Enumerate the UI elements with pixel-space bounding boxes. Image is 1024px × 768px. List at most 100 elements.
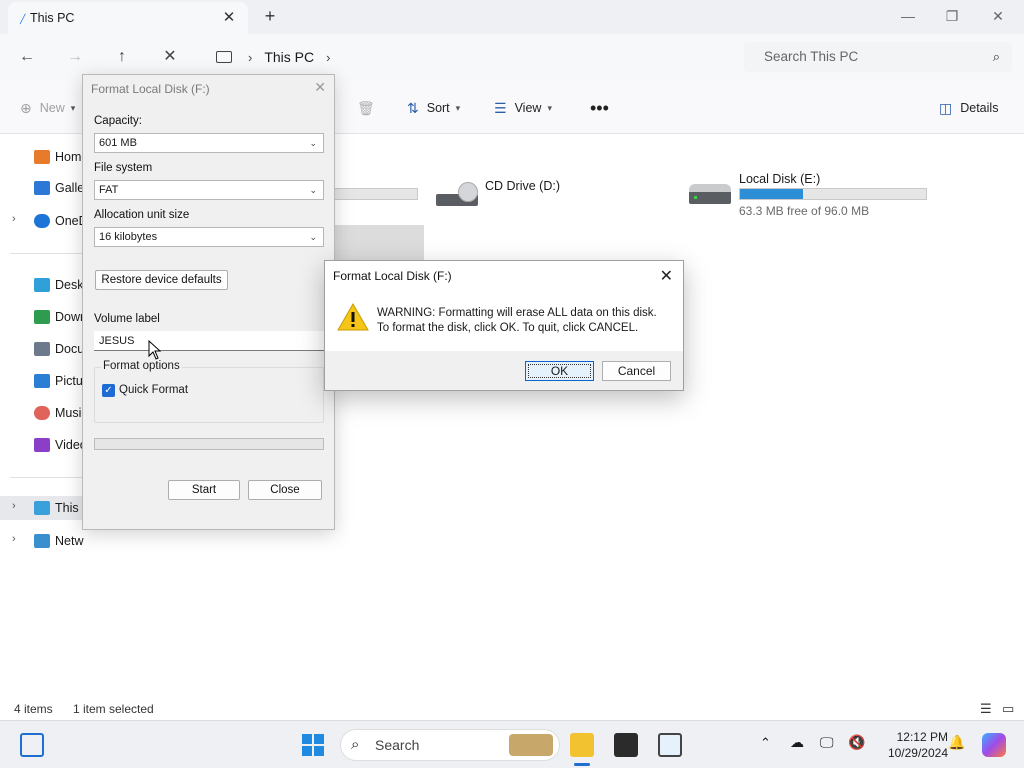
sidebar-item-pictures[interactable]: Pictures	[0, 369, 84, 393]
sidebar-item-onedrive[interactable]: › OneDrive	[0, 209, 84, 233]
sidebar-item-home[interactable]: Home	[0, 145, 84, 169]
sidebar-item-this-pc[interactable]: › This PC	[0, 496, 84, 520]
minimize-button[interactable]: —	[886, 4, 930, 28]
warning-icon	[337, 303, 369, 331]
delete-button[interactable]: 🗑	[357, 99, 383, 117]
tiles-view-icon[interactable]: ▭	[1002, 701, 1014, 717]
view-list-icon: ☰	[494, 99, 507, 116]
sidebar-item-label: Documents	[55, 342, 84, 356]
details-view-icon[interactable]: ☰	[980, 701, 992, 717]
warning-message-line1: WARNING: Formatting will erase ALL data …	[377, 307, 657, 319]
allocation-select[interactable]: 16 kilobytes ⌄	[94, 227, 324, 247]
sidebar-divider	[10, 477, 84, 478]
filesystem-value: FAT	[99, 184, 119, 196]
drive-d-name: CD Drive (D:)	[485, 179, 560, 193]
terminal-icon[interactable]	[614, 733, 638, 757]
maximize-button[interactable]: ❐	[930, 4, 974, 28]
allocation-value: 16 kilobytes	[99, 231, 158, 243]
warning-dialog: Format Local Disk (F:) ✕ WARNING: Format…	[324, 260, 684, 391]
close-tab-icon[interactable]: ✕	[220, 9, 238, 27]
new-button[interactable]: ⊕ New ▾	[20, 99, 75, 117]
app-window-icon[interactable]	[658, 733, 682, 757]
volume-muted-icon[interactable]: 🔇	[848, 734, 865, 751]
clock[interactable]: 12:12 PM 10/29/2024	[868, 729, 948, 761]
up-arrow-icon[interactable]: ↑	[110, 46, 134, 68]
format-options-group: Format options ✓ Quick Format	[94, 360, 324, 423]
chevron-right-icon[interactable]: ›	[12, 533, 16, 545]
filesystem-label: File system	[94, 162, 153, 174]
chevron-right-icon[interactable]: ›	[12, 213, 16, 225]
close-window-button[interactable]: ✕	[976, 4, 1020, 28]
back-arrow-icon[interactable]: ←	[15, 46, 39, 68]
restore-defaults-button[interactable]: Restore device defaults	[95, 270, 228, 290]
capacity-select[interactable]: 601 MB ⌄	[94, 133, 324, 153]
more-options-icon[interactable]: •••	[590, 98, 609, 118]
drive-e-usage-bar	[739, 188, 927, 200]
quick-format-checkbox[interactable]: ✓	[102, 384, 115, 397]
sidebar-item-label: Desktop	[55, 278, 84, 292]
sidebar-item-videos[interactable]: Videos	[0, 433, 84, 457]
network-icon	[34, 534, 50, 548]
sidebar-item-desktop[interactable]: Desktop	[0, 273, 84, 297]
tab-this-pc[interactable]: ╱ This PC ✕	[8, 2, 248, 34]
forward-arrow-icon[interactable]: →	[63, 46, 87, 68]
sort-label: Sort	[426, 101, 450, 115]
sidebar-item-label: Gallery	[55, 181, 84, 195]
chevron-down-icon: ⌄	[309, 185, 317, 195]
sidebar-item-label: Videos	[55, 438, 84, 452]
search-input[interactable]: Search This PC ⌕	[744, 42, 1012, 72]
mouse-cursor-icon	[148, 340, 162, 360]
ok-button[interactable]: OK	[525, 361, 594, 381]
notification-bell-icon[interactable]: 🔔	[948, 734, 965, 751]
chevron-right-icon[interactable]: ›	[326, 50, 330, 65]
close-icon[interactable]: ✕	[314, 79, 326, 96]
format-dialog: Format Local Disk (F:) ✕ Capacity: 601 M…	[82, 74, 335, 530]
desktop-icon	[34, 278, 50, 292]
chevron-right-icon[interactable]: ›	[12, 500, 16, 512]
new-label: New	[39, 101, 65, 115]
warning-body: WARNING: Formatting will erase ALL data …	[325, 291, 683, 351]
start-button[interactable]: Start	[168, 480, 240, 500]
stop-loading-icon[interactable]: ✕	[158, 46, 182, 68]
new-tab-button[interactable]: +	[260, 6, 280, 26]
warning-title-bar: Format Local Disk (F:) ✕	[325, 261, 683, 291]
capacity-label: Capacity:	[94, 115, 142, 127]
sort-icon: ⇅	[407, 99, 419, 116]
start-button[interactable]	[301, 733, 325, 757]
selected-item-highlight	[334, 225, 424, 261]
details-button[interactable]: ◫ Details	[939, 99, 998, 117]
close-icon[interactable]: ✕	[660, 266, 673, 286]
close-button[interactable]: Close	[248, 480, 322, 500]
sort-button[interactable]: ⇅ Sort ▾	[407, 99, 460, 117]
home-icon	[34, 150, 50, 164]
taskbar-search[interactable]: ⌕ Search	[340, 729, 560, 761]
view-button[interactable]: ☰ View ▾	[494, 99, 552, 117]
cancel-button[interactable]: Cancel	[602, 361, 671, 381]
copilot-icon[interactable]	[982, 733, 1006, 757]
chevron-down-icon: ▾	[547, 102, 552, 113]
onedrive-tray-icon[interactable]: ☁	[790, 734, 804, 751]
file-explorer-icon[interactable]	[570, 733, 594, 757]
breadcrumb[interactable]: › This PC ›	[200, 42, 730, 72]
sidebar-item-documents[interactable]: Documents	[0, 337, 84, 361]
sidebar-item-label: This PC	[55, 501, 84, 515]
onedrive-icon	[34, 214, 50, 228]
chevron-up-icon[interactable]: ⌃	[760, 735, 771, 751]
title-bar: ╱ This PC ✕ + — ❐ ✕	[0, 0, 1024, 34]
quick-format-label[interactable]: Quick Format	[119, 384, 188, 396]
network-tray-icon[interactable]: 🖵	[820, 734, 834, 751]
sidebar-item-gallery[interactable]: Gallery	[0, 176, 84, 200]
breadcrumb-this-pc[interactable]: This PC	[264, 49, 314, 65]
sidebar-item-downloads[interactable]: Downloads	[0, 305, 84, 329]
tab-loading-icon: ╱	[20, 14, 26, 24]
volume-label-input[interactable]: JESUS	[94, 331, 324, 351]
chevron-down-icon: ⌄	[309, 138, 317, 148]
hard-drive-icon	[689, 184, 731, 204]
documents-icon	[34, 342, 50, 356]
sidebar-item-music[interactable]: Music	[0, 401, 84, 425]
active-app-indicator	[574, 763, 590, 766]
details-label: Details	[960, 101, 999, 115]
widgets-icon[interactable]	[20, 733, 44, 757]
filesystem-select[interactable]: FAT ⌄	[94, 180, 324, 200]
sidebar-item-label: Home	[55, 150, 84, 164]
